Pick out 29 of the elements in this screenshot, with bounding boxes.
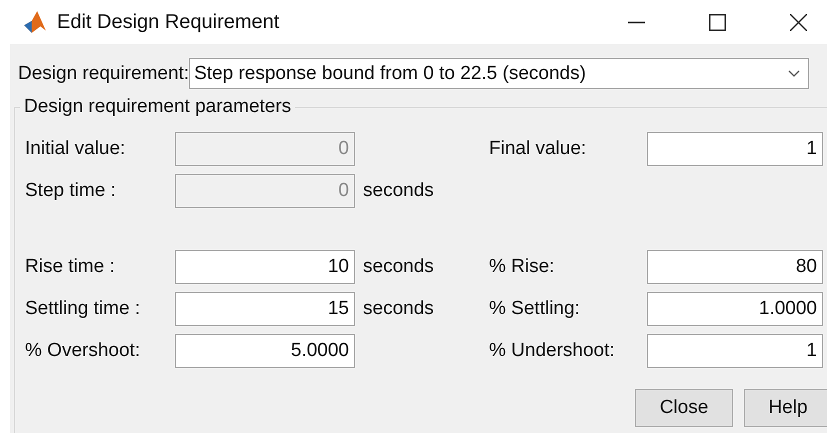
close-icon[interactable] [790,14,807,30]
field-label: Rise time : [25,256,116,278]
input-field[interactable]: 1 [647,334,823,368]
field-label: % Rise: [489,256,556,278]
field-label: Design requirement: [18,62,190,84]
input-field[interactable]: 1.0000 [647,292,823,326]
maximize-icon[interactable] [709,14,726,30]
input-field[interactable]: 10 [175,250,355,284]
field-label: Settling time : [25,298,142,320]
unit-label: seconds [363,256,434,277]
window-title: Edit Design Requirement [57,10,280,34]
group-title: Design requirement parameters [20,96,296,118]
input-field[interactable]: 5.0000 [175,334,355,368]
field-label: % Undershoot: [489,340,616,362]
unit-label: seconds [363,180,434,201]
field-label: % Settling: [489,298,581,320]
input-field[interactable]: 15 [175,292,355,326]
field-label: % Overshoot: [25,340,142,362]
requirement-dropdown[interactable]: Step response bound from 0 to 22.5 (seconds) [189,58,810,89]
field-label: Final value: [489,138,588,160]
app-logo-icon [22,9,48,35]
input-field[interactable]: 1 [647,132,823,166]
help-button[interactable]: Help [744,389,827,427]
input-field[interactable]: 80 [647,250,823,284]
field-label: Initial value: [25,138,126,160]
chevron-icon [788,70,800,78]
close-button[interactable]: Close [635,389,733,427]
unit-label: seconds [363,298,434,319]
field-label: Step time : [25,180,117,202]
